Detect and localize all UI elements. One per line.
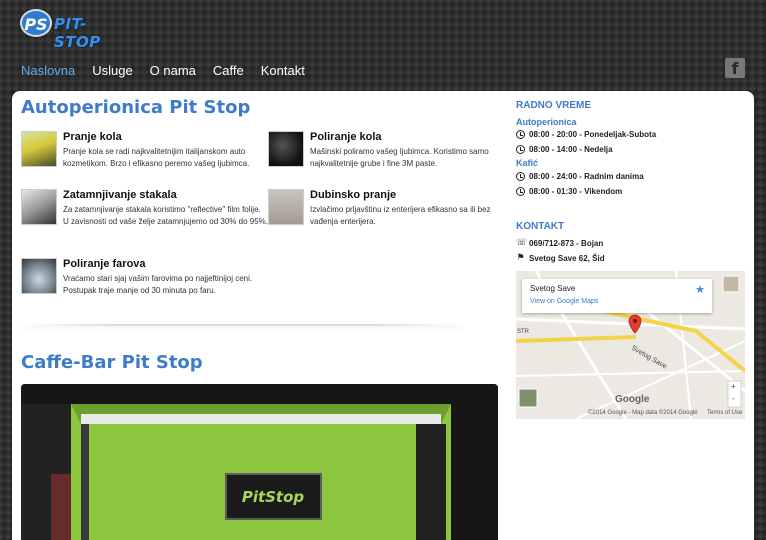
hours-row: 08:00 - 24:00 - Radnim danima (516, 172, 644, 181)
car-wash-label: Autoperionica (516, 117, 577, 127)
service-item: Zatamnjivanje stakala Za zatamnjivanje s… (21, 189, 268, 239)
service-title: Pranje kola (63, 131, 122, 143)
service-title: Dubinsko pranje (310, 189, 397, 201)
service-title: Zatamnjivanje stakala (63, 189, 177, 201)
clock-icon (516, 172, 525, 181)
clock-icon (516, 187, 525, 196)
map-info-card: Svetog Save View on Google Maps ★ (522, 279, 712, 313)
polish-thumbnail (268, 131, 304, 167)
phone-icon: ☏ (516, 238, 528, 248)
nav-item-usluge[interactable]: Usluge (92, 63, 132, 78)
caffe-photo-illustration: PitStop (21, 384, 498, 540)
page-title: Autoperionica Pit Stop (21, 97, 251, 118)
clock-icon (516, 145, 525, 154)
facebook-icon[interactable]: f (725, 58, 745, 78)
cafe-label: Kafić (516, 158, 539, 168)
service-text: Pranje kola se radi najkvalitetnijim ita… (63, 147, 250, 168)
car-wash-thumbnail (21, 131, 57, 167)
star-icon[interactable]: ★ (695, 283, 705, 296)
service-text: Mašinski poliramo vašeg ljubimca. Korist… (310, 147, 489, 168)
address-text: Svetog Save 62, Šid (529, 253, 605, 263)
map-copyright: ©2014 Google - Map data ©2014 Google (588, 410, 698, 416)
road-sign-icon: ⚑ (516, 253, 525, 263)
window-tint-thumbnail (21, 189, 57, 225)
photo-sign-text: PitStop (242, 488, 305, 506)
google-logo: Google (615, 394, 650, 405)
map-place-title: Svetog Save (530, 284, 576, 293)
logo-text: PIT-STOP (54, 15, 101, 51)
service-text: Vraćamo stari sjaj vašim farovima po naj… (63, 274, 253, 295)
main-nav: Naslovna Usluge O nama Caffe Kontakt (21, 63, 305, 78)
contact-title: KONTAKT (516, 221, 565, 232)
nav-item-naslovna[interactable]: Naslovna (21, 63, 75, 78)
address-row: ⚑ Svetog Save 62, Šid (516, 253, 605, 263)
zoom-out-button[interactable]: - (732, 394, 735, 403)
service-title: Poliranje kola (310, 131, 382, 143)
nav-item-kontakt[interactable]: Kontakt (261, 63, 305, 78)
hours-text: 08:00 - 20:00 - Ponedeljak-Subota (529, 130, 657, 139)
phone-text[interactable]: 069/712-873 - Bojan (529, 239, 603, 248)
nav-item-o-nama[interactable]: O nama (150, 63, 196, 78)
service-item: Pranje kola Pranje kola se radi najkvali… (21, 131, 256, 171)
caffe-photo: PitStop (21, 384, 498, 540)
hours-row: 08:00 - 14:00 - Nedelja (516, 145, 613, 154)
clock-icon (516, 130, 525, 139)
interior-thumbnail (268, 189, 304, 225)
divider (22, 324, 462, 326)
terms-of-use-link[interactable]: Terms of Use (707, 410, 742, 416)
google-map[interactable]: Svetog Save STR Svetog Save View on Goog… (516, 271, 745, 419)
zoom-in-button[interactable]: + (731, 382, 736, 391)
view-on-google-maps-link[interactable]: View on Google Maps (530, 298, 598, 305)
phone-row: ☏ 069/712-873 - Bojan (516, 238, 603, 248)
service-text: Za zatamnjivanje stakala koristimo "refl… (63, 205, 268, 226)
caffe-title: Caffe-Bar Pit Stop (21, 352, 203, 373)
site-logo[interactable]: PS PIT-STOP (20, 9, 130, 51)
service-item: Dubinsko pranje Izvlačimo prljavštinu iz… (268, 189, 503, 229)
logo-mark: PS (20, 9, 52, 37)
hours-text: 08:00 - 14:00 - Nedelja (529, 145, 613, 154)
map-street-fragment: STR (517, 329, 530, 335)
nav-item-caffe[interactable]: Caffe (213, 63, 244, 78)
hours-row: 08:00 - 20:00 - Ponedeljak-Subota (516, 130, 656, 139)
service-item: Poliranje farova Vraćamo stari sjaj vaši… (21, 258, 256, 298)
hours-row: 08:00 - 01:30 - Vikendom (516, 187, 622, 196)
hours-text: 08:00 - 24:00 - Radnim danima (529, 172, 644, 181)
headlight-thumbnail (21, 258, 57, 294)
hours-title: RADNO VREME (516, 100, 592, 111)
service-text: Izvlačimo prljavštinu iz enterijera efik… (310, 205, 491, 226)
hours-text: 08:00 - 01:30 - Vikendom (529, 187, 623, 196)
service-title: Poliranje farova (63, 258, 146, 270)
service-item: Poliranje kola Mašinski poliramo vašeg l… (268, 131, 503, 171)
